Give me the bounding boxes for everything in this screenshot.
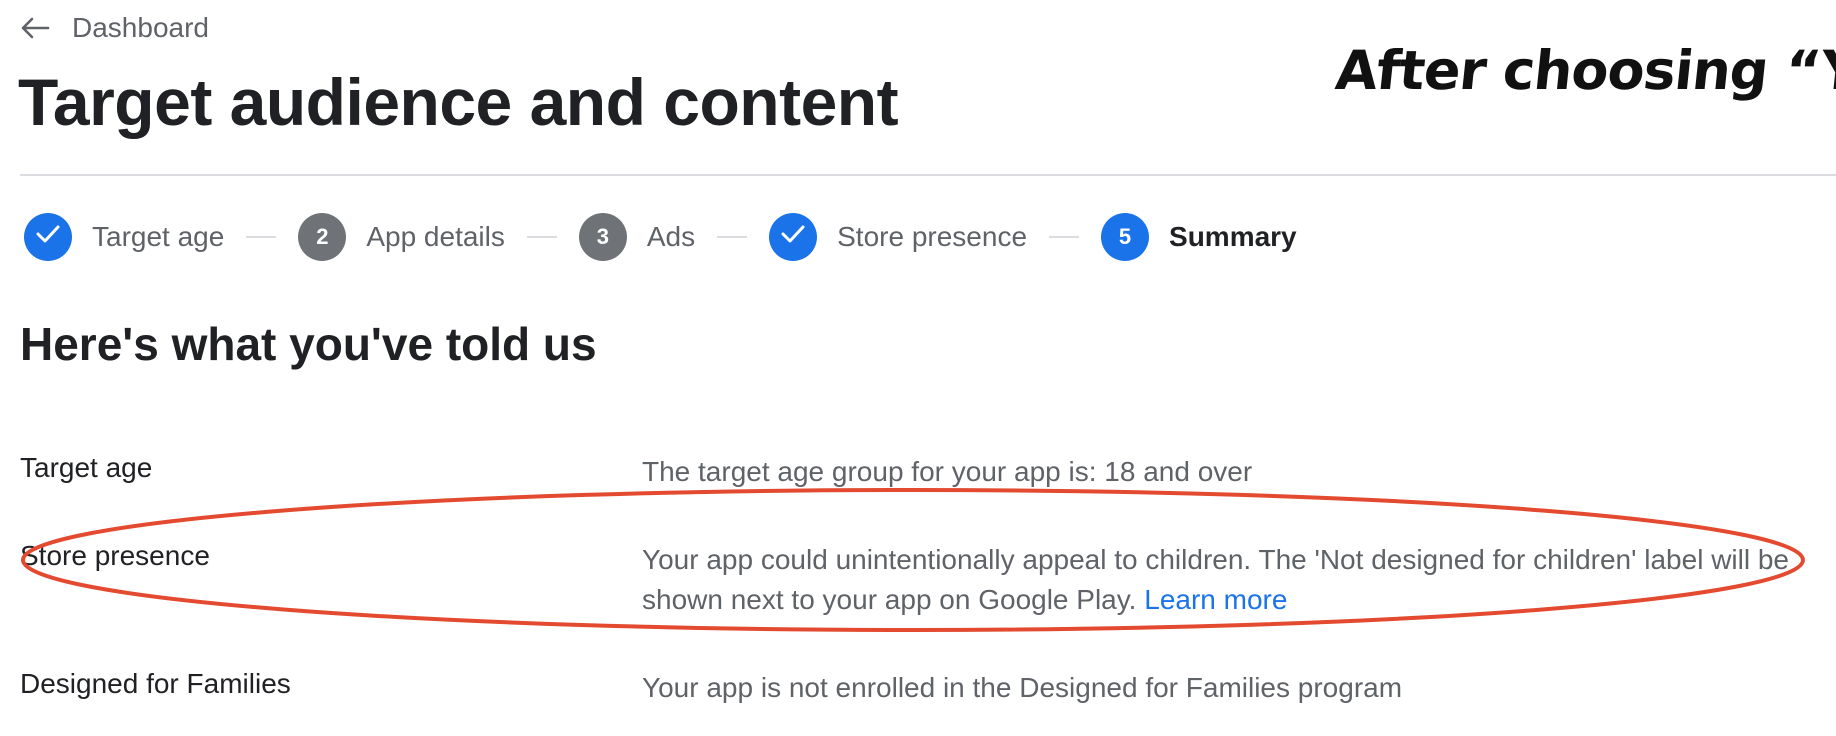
check-icon bbox=[781, 224, 805, 250]
step-label: App details bbox=[366, 221, 505, 252]
step-connector bbox=[246, 236, 277, 238]
row-label: Designed for Families bbox=[20, 668, 291, 699]
step-number-badge: 2 bbox=[298, 213, 347, 261]
step-store-presence[interactable]: Store presence bbox=[769, 213, 1027, 261]
step-complete-indicator bbox=[769, 213, 818, 261]
back-link-label: Dashboard bbox=[72, 12, 209, 43]
back-to-dashboard-link[interactable]: Dashboard bbox=[20, 8, 209, 48]
step-label: Target age bbox=[92, 221, 225, 252]
row-label: Store presence bbox=[20, 540, 210, 571]
step-summary[interactable]: 5 Summary bbox=[1101, 213, 1297, 261]
step-number-badge: 3 bbox=[578, 213, 627, 261]
row-value-text: Your app is not enrolled in the Designed… bbox=[642, 672, 1403, 703]
step-number-badge: 5 bbox=[1101, 213, 1150, 261]
row-value: Your app could unintentionally appeal to… bbox=[642, 540, 1822, 620]
progress-stepper: Target age 2 App details 3 Ads Store pre… bbox=[24, 212, 1297, 262]
annotation-note: After choosing “Yes” bbox=[1332, 39, 1836, 102]
step-connector bbox=[526, 236, 557, 238]
step-connector bbox=[1049, 236, 1080, 238]
row-label: Target age bbox=[20, 452, 153, 483]
step-ads[interactable]: 3 Ads bbox=[578, 213, 696, 261]
learn-more-link[interactable]: Learn more bbox=[1144, 584, 1287, 615]
header-divider bbox=[20, 174, 1836, 176]
check-icon bbox=[36, 224, 60, 250]
step-label: Summary bbox=[1169, 221, 1297, 252]
page-title: Target audience and content bbox=[18, 65, 899, 139]
step-complete-indicator bbox=[24, 213, 72, 261]
step-connector bbox=[717, 236, 748, 238]
arrow-back-icon bbox=[20, 17, 50, 39]
row-value: Your app is not enrolled in the Designed… bbox=[642, 668, 1822, 708]
row-value-text: The target age group for your app is: 18… bbox=[642, 456, 1253, 487]
section-title: Here's what you've told us bbox=[20, 318, 597, 370]
row-value: The target age group for your app is: 18… bbox=[642, 452, 1822, 492]
step-label: Store presence bbox=[837, 221, 1028, 252]
step-label: Ads bbox=[646, 221, 696, 252]
step-app-details[interactable]: 2 App details bbox=[298, 213, 505, 261]
step-target-age[interactable]: Target age bbox=[24, 213, 224, 261]
